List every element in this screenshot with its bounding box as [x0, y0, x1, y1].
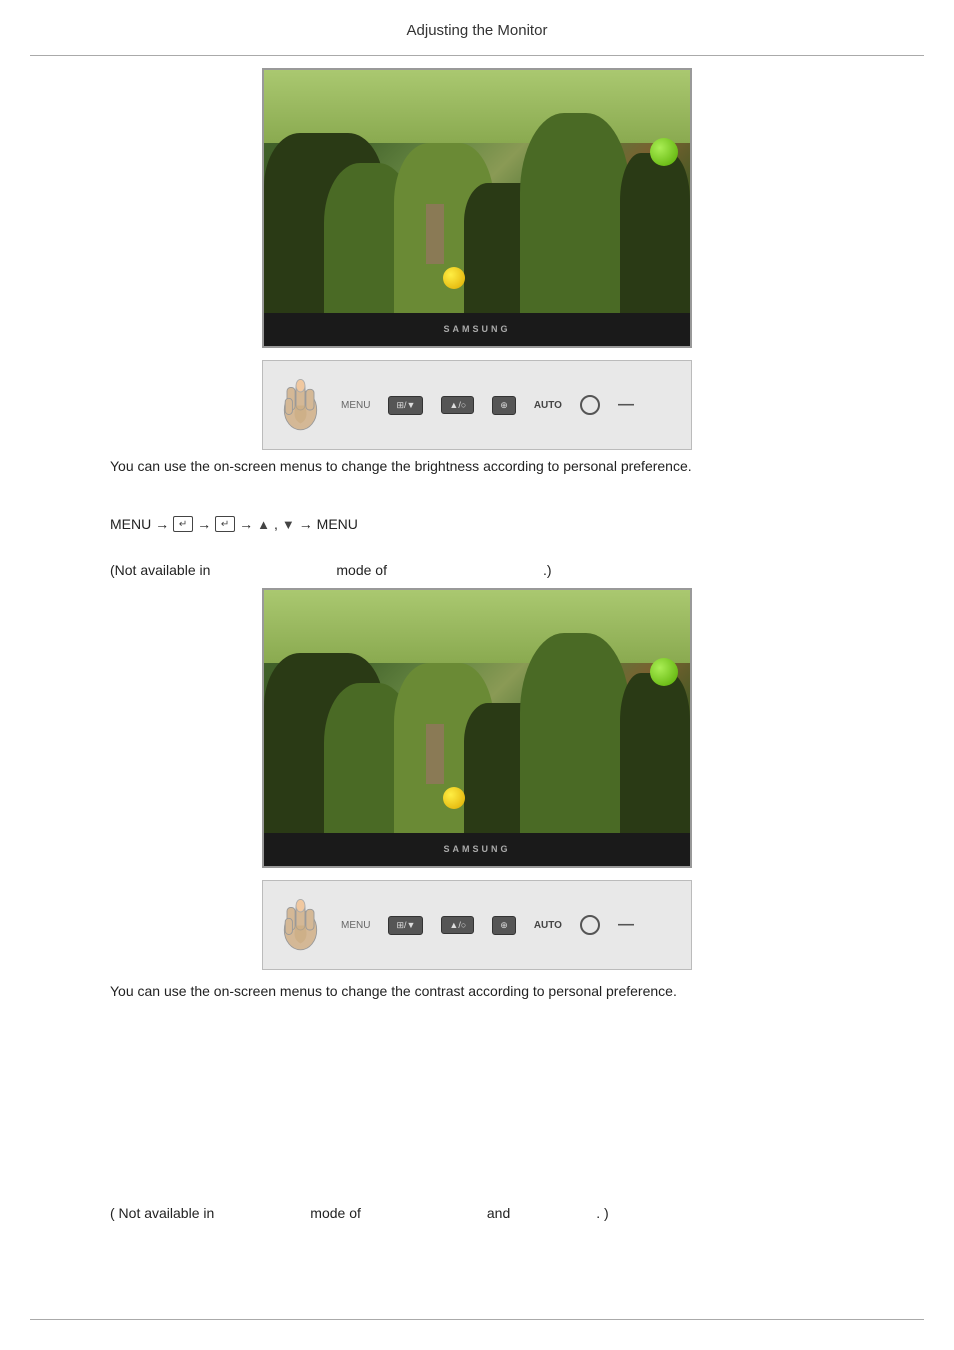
minus-icon-2: — [618, 916, 634, 934]
pagoda-2 [426, 724, 444, 784]
top-divider [30, 55, 924, 56]
arrow-2: → [239, 516, 253, 532]
desc-text-2: You can use the on-screen menus to chang… [110, 980, 894, 1002]
page-container: Adjusting the Monitor S [0, 0, 954, 1350]
samsung-logo-1: SAMSUNG [443, 324, 510, 334]
enter-icon-1: ↵ [173, 516, 193, 532]
screen-content-2 [264, 590, 690, 833]
tree-5 [520, 113, 630, 313]
monitor-image-1: SAMSUNG [262, 68, 692, 348]
control-bar-block-2: MENU ⊞/▼ ▲/○ ⊕ AUTO — [262, 880, 692, 970]
hand-icon-2 [278, 898, 323, 953]
updown-icon: ▲ [257, 517, 270, 532]
monitor-bottom-bar-1: SAMSUNG [264, 313, 690, 346]
ctrl-btn-1: ⊞/▼ [388, 396, 423, 415]
pagoda-1 [426, 204, 444, 264]
not-available-line-2: ( Not available in mode of and . ) [110, 1205, 609, 1221]
section1-images: SAMSUNG [0, 68, 954, 450]
arrow-3: → MENU [299, 516, 358, 532]
screen-content-1 [264, 70, 690, 313]
samsung-logo-2: SAMSUNG [443, 844, 510, 854]
ctrl-btn-3: ⊕ [492, 396, 516, 415]
minus-icon-1: — [618, 396, 634, 414]
ball-yellow-2 [443, 787, 465, 809]
ctrl-btn-2-2: ▲/○ [441, 916, 474, 934]
sky-area-1 [264, 70, 690, 143]
down-icon: ▼ [282, 517, 295, 532]
power-icon-1 [580, 395, 600, 415]
hand-icon-1 [278, 378, 323, 433]
auto-label-1: AUTO [534, 400, 562, 411]
ctrl-btn-2-1: ⊞/▼ [388, 916, 423, 935]
menu-label-2: MENU [341, 920, 370, 931]
enter-icon-2: ↵ [215, 516, 235, 532]
menu-label-1: MENU [341, 400, 370, 411]
control-bar-1: MENU ⊞/▼ ▲/○ ⊕ AUTO — [262, 360, 692, 450]
ctrl-btn-2-3: ⊕ [492, 916, 516, 935]
tree-6 [620, 153, 690, 313]
auto-label-2: AUTO [534, 920, 562, 931]
monitor-block-2: SAMSUNG [262, 588, 692, 868]
menu-text: MENU → [110, 516, 169, 532]
tree-2-5 [520, 633, 630, 833]
arrow-1: → [197, 516, 211, 532]
monitor-image-2: SAMSUNG [262, 588, 692, 868]
not-available-line-1: (Not available in mode of .) [110, 562, 552, 578]
page-title: Adjusting the Monitor [0, 22, 954, 39]
control-bar-2: MENU ⊞/▼ ▲/○ ⊕ AUTO — [262, 880, 692, 970]
ball-yellow-1 [443, 267, 465, 289]
sky-area-2 [264, 590, 690, 663]
ball-green-1 [650, 138, 678, 166]
bottom-divider [30, 1319, 924, 1320]
desc-text-1: You can use the on-screen menus to chang… [110, 455, 894, 477]
power-icon-2 [580, 915, 600, 935]
ctrl-btn-2: ▲/○ [441, 396, 474, 414]
monitor-bottom-bar-2: SAMSUNG [264, 833, 690, 866]
menu-nav-line: MENU → ↵ → ↵ → ▲ , ▼ → MENU [110, 516, 358, 532]
section2-images: SAMSUNG MENU ⊞ [0, 588, 954, 970]
control-bar-block-1: MENU ⊞/▼ ▲/○ ⊕ AUTO — [262, 360, 692, 450]
ball-green-2 [650, 658, 678, 686]
monitor-block-1: SAMSUNG [262, 68, 692, 348]
comma-sep: , [274, 516, 278, 532]
tree-2-6 [620, 673, 690, 833]
